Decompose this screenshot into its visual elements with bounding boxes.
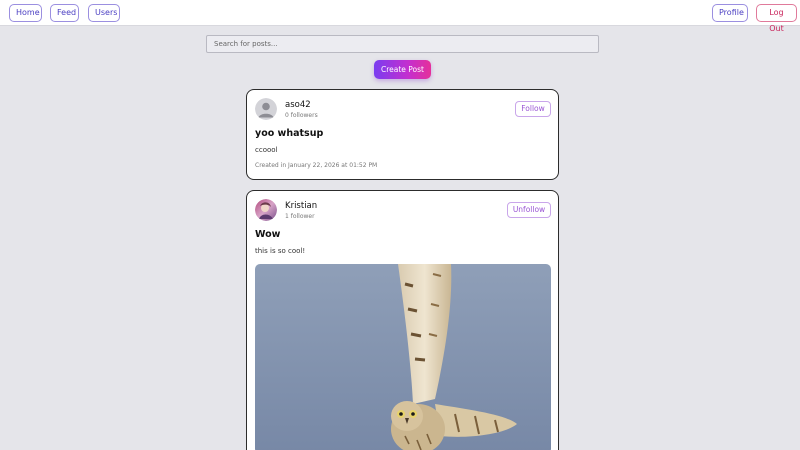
post-body: this is so cool! <box>255 247 306 255</box>
post-author-name[interactable]: Kristian <box>285 201 317 211</box>
default-avatar-icon[interactable] <box>255 98 277 120</box>
follow-button[interactable]: Follow <box>515 101 551 117</box>
post-author-name[interactable]: aso42 <box>285 100 311 110</box>
logout-button[interactable]: Log Out <box>756 4 797 33</box>
users-button[interactable]: Users <box>88 4 120 22</box>
post-title: Wow <box>255 229 281 240</box>
home-button[interactable]: Home <box>9 4 42 22</box>
post-title: yoo whatsup <box>255 128 324 139</box>
post-author-followers: 1 follower <box>285 213 315 220</box>
feed-button[interactable]: Feed <box>50 4 79 22</box>
create-post-button[interactable]: Create Post <box>374 60 431 79</box>
post-author-followers: 0 followers <box>285 112 318 119</box>
user-photo-avatar[interactable] <box>255 199 277 221</box>
top-nav-bar: Home Feed Users Profile Log Out <box>0 0 800 33</box>
post-date: Created in January 22, 2026 at 01:52 PM <box>255 162 378 169</box>
profile-button[interactable]: Profile <box>712 4 748 22</box>
unfollow-button[interactable]: Unfollow <box>507 202 551 218</box>
search-input[interactable] <box>206 35 599 53</box>
post-body: ccoool <box>255 146 278 154</box>
owl-in-flight-photo <box>255 264 551 450</box>
post-card: aso42 0 followers Follow yoo whatsup cco… <box>246 89 559 180</box>
post-card: Kristian 1 follower Unfollow Wow this is… <box>246 190 559 450</box>
